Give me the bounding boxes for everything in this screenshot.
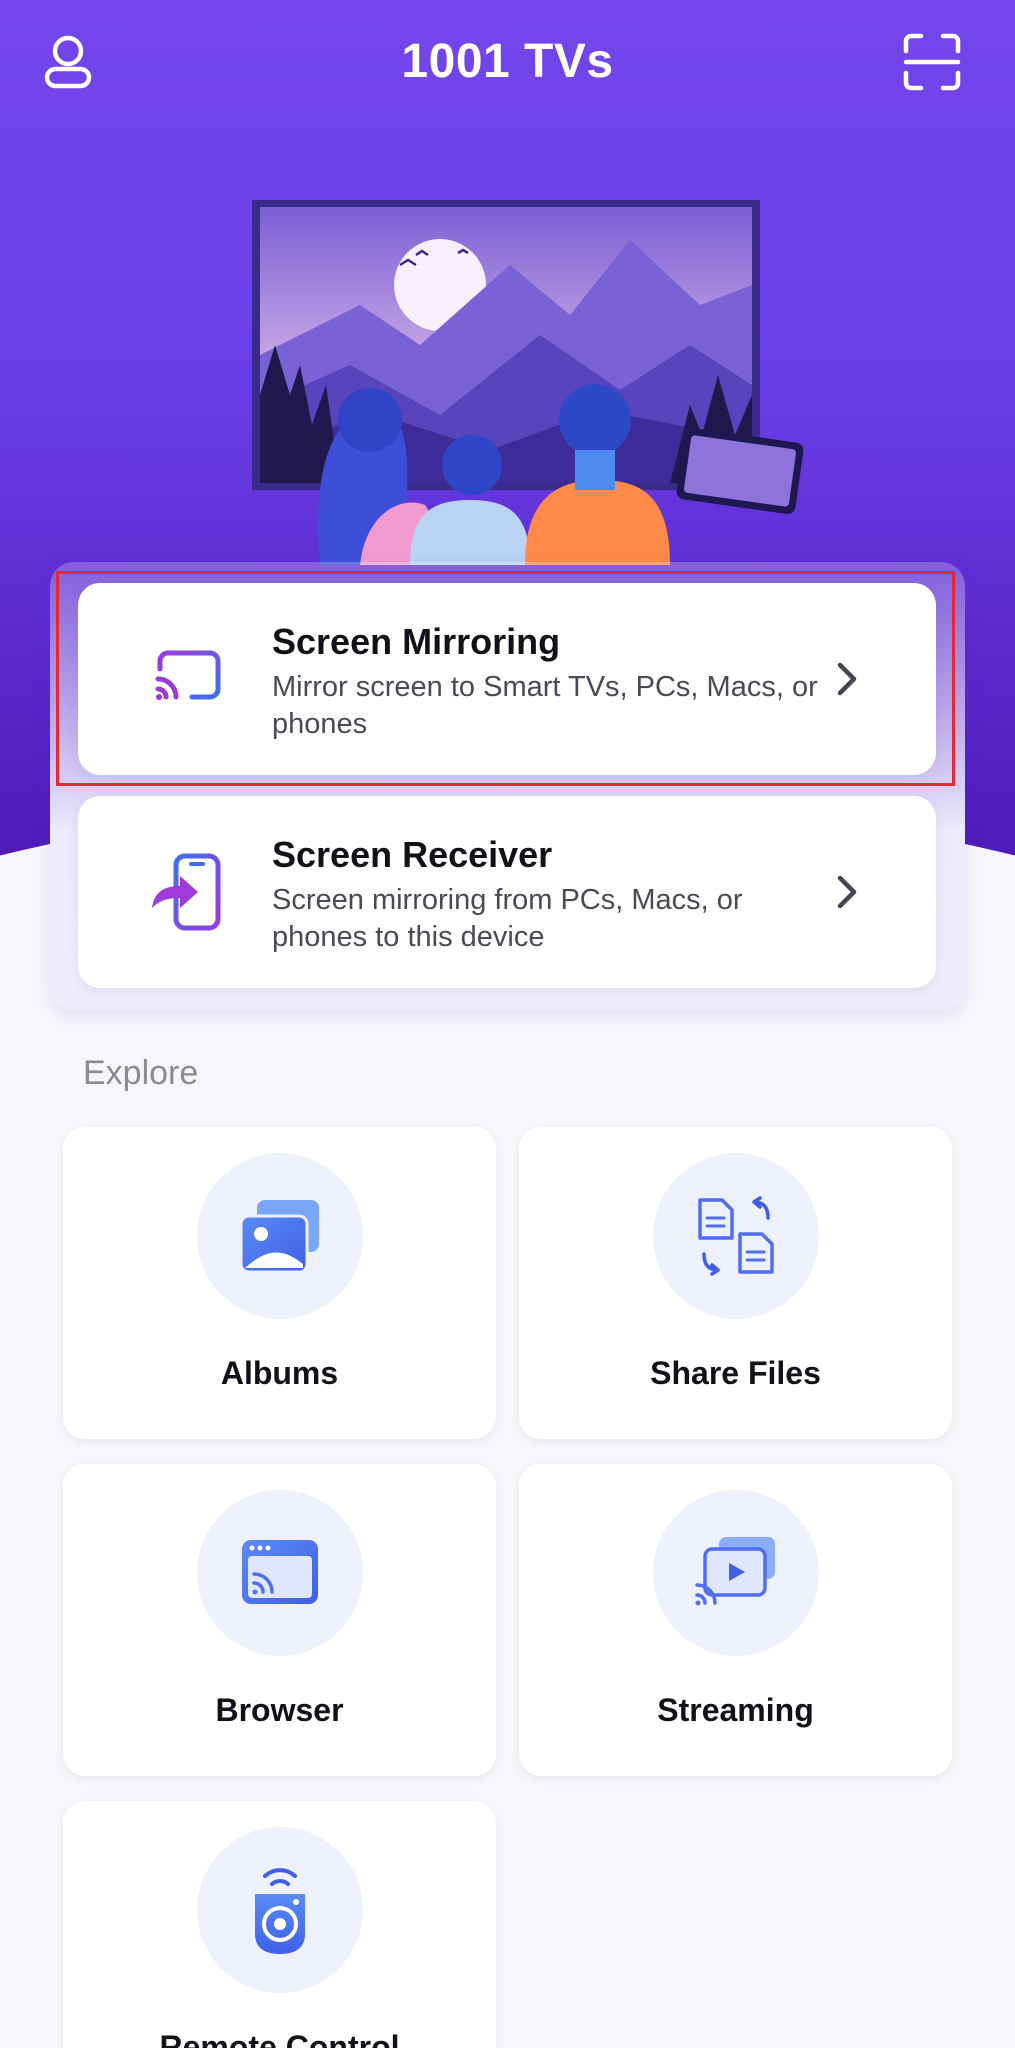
- explore-heading: Explore: [83, 1054, 199, 1092]
- browser-label: Browser: [215, 1692, 344, 1728]
- streaming-label: Streaming: [657, 1692, 814, 1728]
- remote-icon: [255, 1868, 305, 1954]
- remote-control-tile[interactable]: Remote Control: [63, 1801, 496, 2048]
- share-files-label: Share Files: [650, 1355, 821, 1391]
- albums-tile[interactable]: Albums: [63, 1127, 496, 1439]
- tv-family-illustration: [252, 200, 804, 565]
- screen-mirroring-title: Screen Mirroring: [272, 621, 561, 662]
- top-bar: 1001 TVs: [0, 0, 1015, 130]
- albums-label: Albums: [220, 1355, 339, 1391]
- share-files-icon-circle: [653, 1153, 819, 1319]
- albums-icon-circle: [197, 1153, 363, 1319]
- video-stream-icon: [695, 1537, 775, 1606]
- screen-mirroring-description: Mirror screen to Smart TVs, PCs, Macs, o…: [272, 671, 818, 740]
- screen-receiver-card[interactable]: Screen Receiver Screen mirroring from PC…: [78, 796, 936, 988]
- chevron-right-icon: [837, 662, 857, 696]
- photos-icon: [239, 1200, 319, 1274]
- streaming-icon-circle: [653, 1490, 819, 1656]
- browser-icon-circle: [197, 1490, 363, 1656]
- phone-receive-icon: [152, 853, 221, 931]
- scan-icon: [903, 33, 961, 91]
- file-transfer-icon: [698, 1196, 774, 1276]
- browser-tile[interactable]: Browser: [63, 1464, 496, 1776]
- screen-mirroring-card[interactable]: Screen Mirroring Mirror screen to Smart …: [78, 583, 936, 775]
- app-title: 1001 TVs: [401, 35, 614, 88]
- chevron-right-icon: [837, 875, 857, 909]
- browser-cast-icon: [242, 1540, 318, 1604]
- share-files-tile[interactable]: Share Files: [519, 1127, 952, 1439]
- scan-button[interactable]: [892, 22, 972, 102]
- streaming-tile[interactable]: Streaming: [519, 1464, 952, 1776]
- remote-control-icon-circle: [197, 1827, 363, 1993]
- cast-icon: [155, 650, 221, 700]
- remote-control-label: Remote Control: [159, 2029, 400, 2048]
- screen-receiver-title: Screen Receiver: [272, 834, 553, 875]
- screen-receiver-description: Screen mirroring from PCs, Macs, or phon…: [272, 884, 743, 953]
